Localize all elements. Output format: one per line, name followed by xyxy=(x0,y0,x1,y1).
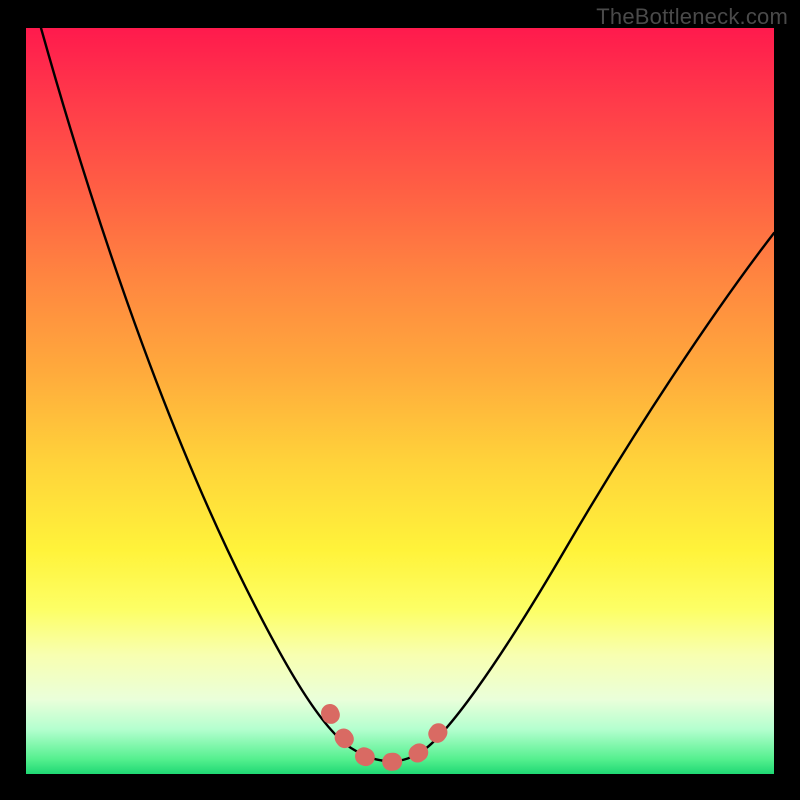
bottleneck-curve-svg xyxy=(26,28,774,774)
highlight-bottom-segment xyxy=(330,713,446,762)
plot-area xyxy=(26,28,774,774)
bottleneck-curve-path xyxy=(41,28,774,761)
watermark-text: TheBottleneck.com xyxy=(596,4,788,30)
chart-frame: TheBottleneck.com xyxy=(0,0,800,800)
